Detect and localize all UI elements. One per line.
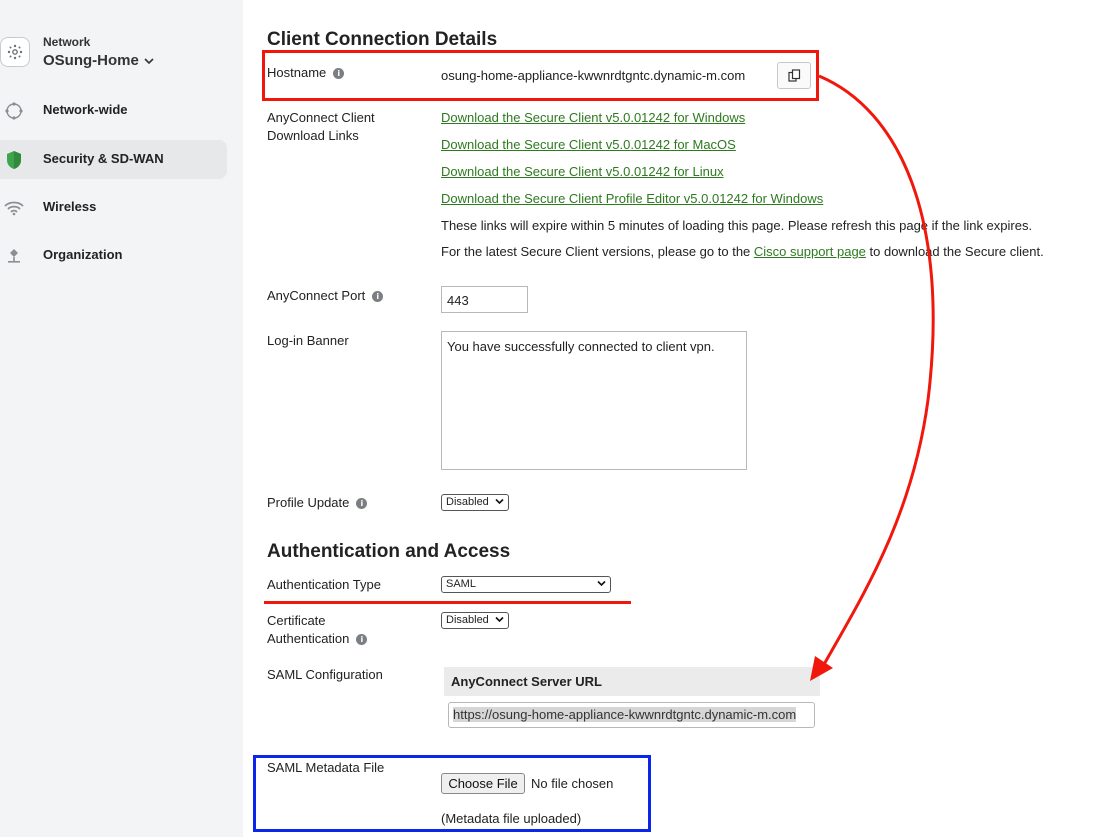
anyconnect-server-url-header: AnyConnect Server URL — [444, 667, 820, 696]
wifi-icon — [4, 198, 24, 218]
server-url-selected-text: https://osung-home-appliance-kwwnrdtgntc… — [453, 707, 797, 722]
certificate-label-line1: Certificate — [267, 613, 326, 628]
chevron-down-icon — [495, 614, 504, 627]
section-title-client-connection: Client Connection Details — [267, 29, 498, 50]
latest-prefix-text: For the latest Secure Client versions, p… — [441, 244, 754, 259]
annotation-red-underline — [264, 601, 631, 604]
anyconnect-port-input[interactable]: 443 — [441, 286, 528, 313]
profile-update-selected: Disabled — [446, 496, 489, 508]
info-icon[interactable]: i — [356, 634, 368, 645]
profile-update-label: Profile Update i — [267, 494, 368, 512]
chevron-down-icon — [144, 54, 154, 68]
network-name: OSung-Home — [43, 52, 139, 69]
login-banner-label: Log-in Banner — [267, 333, 349, 348]
organization-icon — [4, 246, 24, 266]
sidebar-item-security[interactable]: Security & SD-WAN — [0, 140, 227, 179]
sidebar-item-label: Organization — [43, 247, 123, 262]
network-icon — [0, 37, 30, 67]
sidebar: Network OSung-Home Network-wide Security… — [0, 0, 243, 837]
section-title-authentication: Authentication and Access — [267, 541, 511, 562]
sidebar-item-network-wide[interactable]: Network-wide — [0, 91, 227, 130]
download-link-windows[interactable]: Download the Secure Client v5.0.01242 fo… — [441, 110, 745, 125]
anyconnect-port-label: AnyConnect Port i — [267, 287, 384, 305]
download-link-macos[interactable]: Download the Secure Client v5.0.01242 fo… — [441, 137, 736, 152]
latest-version-note: For the latest Secure Client versions, p… — [441, 244, 1044, 259]
shield-icon — [4, 150, 24, 170]
profile-update-label-text: Profile Update — [267, 495, 350, 510]
annotation-red-box-hostname — [262, 50, 819, 101]
certificate-authentication-label: Certificate Authentication i — [267, 612, 368, 648]
authentication-type-selected: SAML — [446, 578, 476, 590]
latest-suffix-text: to download the Secure client. — [865, 244, 1044, 259]
cisco-support-link[interactable]: Cisco support page — [754, 244, 866, 259]
sidebar-item-label: Network-wide — [43, 102, 128, 117]
chevron-down-icon — [597, 578, 606, 591]
download-link-linux[interactable]: Download the Secure Client v5.0.01242 fo… — [441, 164, 724, 179]
login-banner-textarea[interactable]: You have successfully connected to clien… — [441, 331, 747, 470]
sidebar-item-label: Wireless — [43, 199, 97, 214]
main-content: Client Connection Details Hostname i osun… — [243, 0, 1100, 837]
chevron-down-icon — [495, 496, 504, 509]
sidebar-item-organization[interactable]: Organization — [0, 236, 227, 275]
annotation-blue-box-metadata — [253, 755, 651, 832]
download-links-label: AnyConnect Client Download Links — [267, 109, 375, 145]
network-globe-icon — [4, 101, 24, 121]
download-link-profile-editor[interactable]: Download the Secure Client Profile Edito… — [441, 191, 823, 206]
download-links-label-line1: AnyConnect Client — [267, 110, 375, 125]
network-label: Network — [43, 35, 91, 49]
download-links-label-line2: Download Links — [267, 128, 359, 143]
info-icon[interactable]: i — [372, 291, 384, 302]
certificate-authentication-selected: Disabled — [446, 614, 489, 626]
certificate-authentication-select[interactable]: Disabled — [441, 612, 509, 629]
saml-configuration-label: SAML Configuration — [267, 667, 383, 682]
profile-update-select[interactable]: Disabled — [441, 494, 509, 511]
sidebar-item-wireless[interactable]: Wireless — [0, 188, 227, 227]
links-expire-note: These links will expire within 5 minutes… — [441, 218, 1033, 233]
authentication-type-select[interactable]: SAML — [441, 576, 611, 593]
certificate-label-line2: Authentication — [267, 631, 350, 646]
sidebar-item-label: Security & SD-WAN — [43, 151, 164, 166]
anyconnect-port-label-text: AnyConnect Port — [267, 288, 366, 303]
info-icon[interactable]: i — [356, 498, 368, 509]
network-selector[interactable]: Network OSung-Home — [0, 32, 243, 76]
anyconnect-server-url-input[interactable]: https://osung-home-appliance-kwwnrdtgntc… — [448, 702, 815, 728]
authentication-type-label: Authentication Type — [267, 577, 381, 592]
